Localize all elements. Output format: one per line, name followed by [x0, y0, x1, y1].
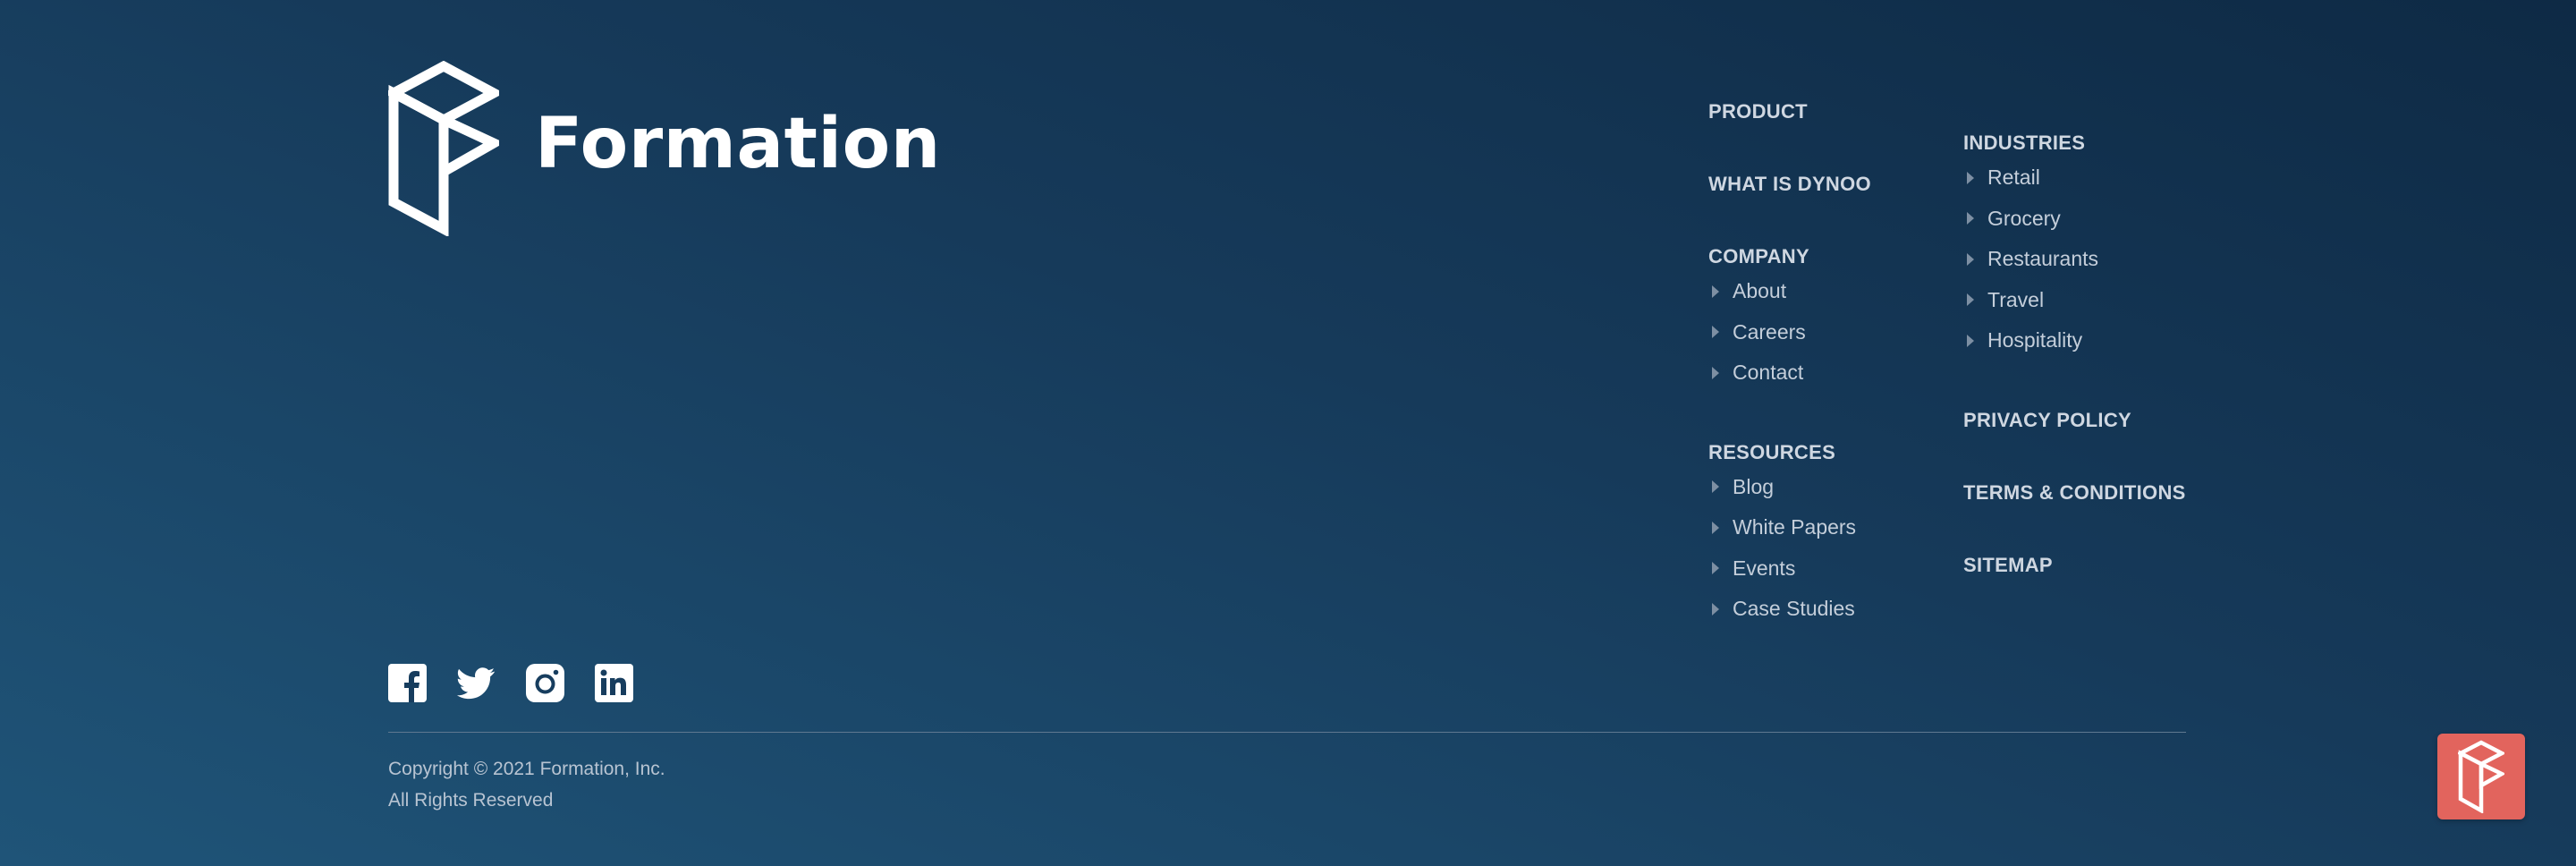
nav-link-label: Retail: [1987, 166, 2040, 190]
nav-group-industries: INDUSTRIES Retail Grocery Restaurants Tr…: [1963, 130, 2186, 361]
caret-right-icon: [1712, 602, 1719, 616]
nav-group-terms: TERMS & CONDITIONS: [1963, 480, 2186, 506]
copyright-text: Copyright © 2021 Formation, Inc.: [388, 759, 665, 779]
footer-divider: [388, 732, 2186, 733]
nav-link-label: Restaurants: [1987, 247, 2099, 271]
twitter-icon[interactable]: [457, 664, 496, 702]
formation-logo-icon: [388, 61, 499, 236]
nav-link-label: Contact: [1733, 361, 1804, 385]
nav-link-contact[interactable]: Contact: [1708, 352, 1871, 394]
rights-text: All Rights Reserved: [388, 790, 554, 811]
nav-group-what-is-dynoo: WHAT IS DYNOO: [1708, 171, 1871, 198]
nav-link-hospitality[interactable]: Hospitality: [1963, 320, 2186, 361]
caret-right-icon: [1967, 293, 1974, 307]
nav-heading-industries[interactable]: INDUSTRIES: [1963, 130, 2186, 157]
nav-link-label: White Papers: [1733, 515, 1857, 539]
caret-right-icon: [1712, 562, 1719, 575]
caret-right-icon: [1967, 171, 1974, 184]
nav-group-product: PRODUCT: [1708, 98, 1871, 125]
brand-name: Formation: [535, 104, 941, 184]
nav-heading-company[interactable]: COMPANY: [1708, 243, 1871, 270]
nav-group-privacy-policy: PRIVACY POLICY: [1963, 407, 2186, 434]
nav-heading-privacy-policy[interactable]: PRIVACY POLICY: [1963, 407, 2186, 434]
industries-links: Retail Grocery Restaurants Travel Hospit…: [1963, 157, 2186, 361]
caret-right-icon: [1712, 366, 1719, 379]
brand-logo[interactable]: Formation: [388, 61, 941, 236]
nav-link-travel[interactable]: Travel: [1963, 280, 2186, 321]
nav-link-case-studies[interactable]: Case Studies: [1708, 589, 1871, 630]
nav-link-grocery[interactable]: Grocery: [1963, 199, 2186, 240]
caret-right-icon: [1712, 480, 1719, 494]
facebook-icon[interactable]: [388, 664, 427, 702]
nav-heading-what-is-dynoo[interactable]: WHAT IS DYNOO: [1708, 171, 1871, 198]
footer-nav-column-2: INDUSTRIES Retail Grocery Restaurants Tr…: [1963, 130, 2186, 579]
nav-link-label: Blog: [1733, 474, 1775, 498]
nav-link-label: Hospitality: [1987, 328, 2083, 352]
footer-nav-column-1: PRODUCT WHAT IS DYNOO COMPANY About Care…: [1708, 98, 1871, 630]
nav-heading-sitemap[interactable]: SITEMAP: [1963, 552, 2186, 579]
caret-right-icon: [1712, 326, 1719, 339]
nav-link-blog[interactable]: Blog: [1708, 467, 1871, 508]
nav-link-label: Events: [1733, 556, 1796, 580]
nav-link-about[interactable]: About: [1708, 271, 1871, 312]
formation-logo-icon: [2458, 740, 2504, 813]
nav-group-company: COMPANY About Careers Contact: [1708, 243, 1871, 394]
social-links: [388, 664, 633, 702]
linkedin-icon[interactable]: [595, 664, 633, 702]
caret-right-icon: [1712, 521, 1719, 534]
copyright-block: Copyright © 2021 Formation, Inc. All Rig…: [388, 753, 665, 816]
nav-link-restaurants[interactable]: Restaurants: [1963, 239, 2186, 280]
caret-right-icon: [1967, 334, 1974, 347]
caret-right-icon: [1712, 284, 1719, 298]
nav-link-white-papers[interactable]: White Papers: [1708, 507, 1871, 548]
nav-heading-resources[interactable]: RESOURCES: [1708, 439, 1871, 466]
nav-link-label: Case Studies: [1733, 597, 1855, 621]
chat-widget-button[interactable]: [2437, 734, 2525, 819]
nav-link-label: Grocery: [1987, 206, 2061, 230]
resources-links: Blog White Papers Events Case Studies: [1708, 467, 1871, 630]
nav-group-sitemap: SITEMAP: [1963, 552, 2186, 579]
nav-link-label: About: [1733, 279, 1787, 303]
caret-right-icon: [1967, 212, 1974, 225]
nav-group-resources: RESOURCES Blog White Papers Events Case …: [1708, 439, 1871, 630]
nav-link-label: Careers: [1733, 319, 1806, 344]
nav-link-careers[interactable]: Careers: [1708, 312, 1871, 353]
nav-link-label: Travel: [1987, 287, 2045, 311]
nav-link-events[interactable]: Events: [1708, 548, 1871, 590]
nav-link-retail[interactable]: Retail: [1963, 157, 2186, 199]
caret-right-icon: [1967, 252, 1974, 266]
company-links: About Careers Contact: [1708, 271, 1871, 394]
nav-heading-terms-and-conditions[interactable]: TERMS & CONDITIONS: [1963, 480, 2186, 506]
instagram-icon[interactable]: [526, 664, 564, 702]
nav-heading-product[interactable]: PRODUCT: [1708, 98, 1871, 125]
